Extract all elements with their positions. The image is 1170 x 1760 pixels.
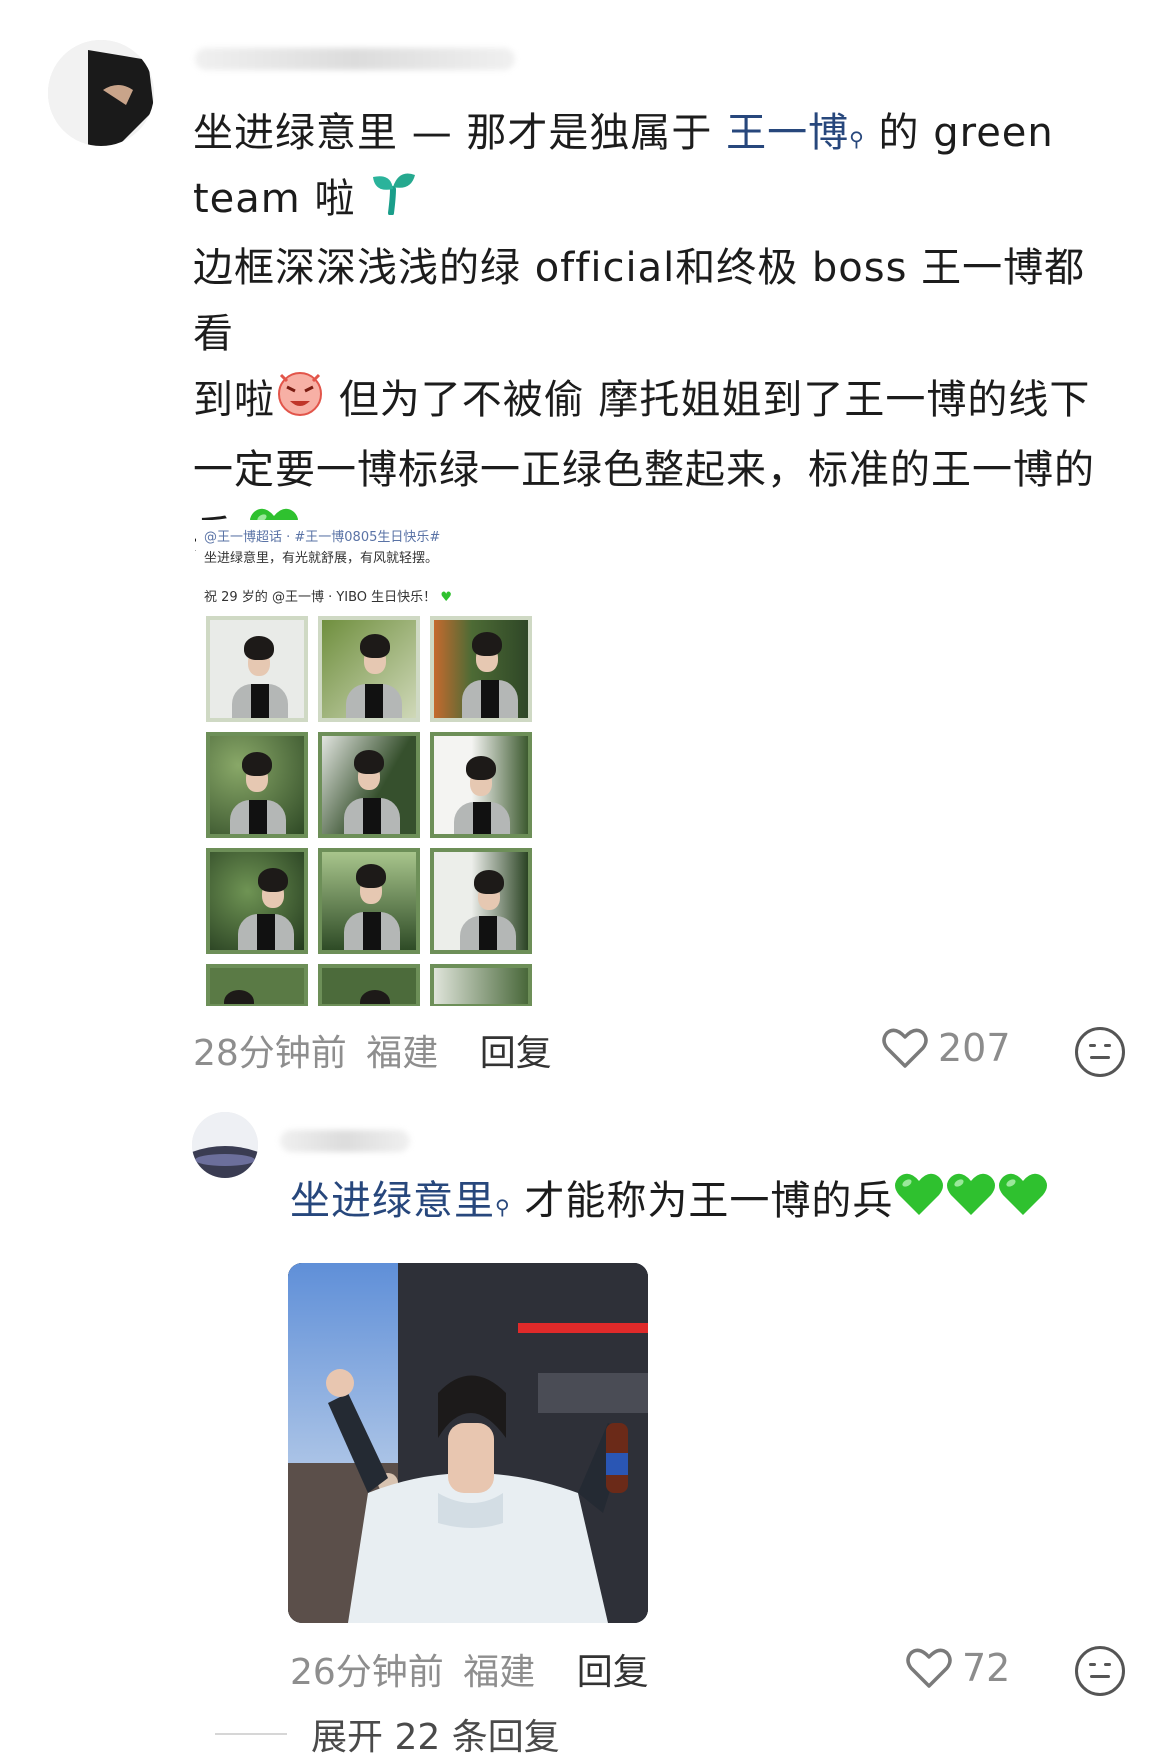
green-heart-emoji-icon: [997, 1169, 1049, 1237]
grid-photo: [206, 964, 308, 1006]
comment-line-5: 一定要一博标绿一正绿色整起来，标准的王一博的: [193, 447, 1095, 493]
reply-like-count: 72: [962, 1646, 1011, 1690]
grid-photo: [206, 732, 308, 838]
search-mark-icon: ⚲: [849, 127, 865, 151]
sprout-emoji-icon: [369, 167, 417, 235]
neutral-face-icon[interactable]: [1075, 1027, 1125, 1077]
comment-line-3: 边框深深浅浅的绿 official和终极 boss 王一博都看: [193, 245, 1086, 357]
mention-link[interactable]: 王一博: [726, 110, 849, 156]
reply-like-button[interactable]: 72: [906, 1646, 1010, 1690]
grid-photo: [430, 964, 532, 1006]
username-placeholder[interactable]: [195, 48, 515, 70]
grid-photo: [430, 616, 532, 722]
like-button[interactable]: 207: [882, 1026, 1011, 1070]
reply-reply-button[interactable]: 回复: [577, 1652, 649, 1693]
grid-photo: [206, 616, 308, 722]
comment-body: 坐进绿意里 — 那才是独属于 王一博⚲ 的 green team 啦 边框深深浅…: [193, 100, 1123, 572]
attached-post-screenshot[interactable]: @王一博超话 · #王一博0805生日快乐# 坐进绿意里，有光就舒展，有风就轻摆…: [196, 520, 551, 1006]
heart-outline-icon: [882, 1028, 928, 1068]
comment-line-1: 坐进绿意里 — 那才是独属于 王一博⚲ 的 green: [193, 110, 1054, 156]
green-heart-emoji-icon: [945, 1169, 997, 1237]
reply-user-avatar[interactable]: [192, 1112, 258, 1178]
screenshot-birthday-line: 祝 29 岁的 @王一博 · YIBO 生日快乐！ ♥: [204, 590, 452, 605]
comment-meta: 28分钟前 福建 回复: [193, 1024, 560, 1076]
angry-face-emoji-icon: [275, 367, 325, 437]
comment-line-2: team 啦: [193, 166, 1123, 235]
grid-photo: [206, 848, 308, 954]
reply-username-placeholder[interactable]: [280, 1130, 410, 1152]
reply-mention-link[interactable]: 坐进绿意里: [290, 1178, 495, 1224]
comment-location: 福建: [366, 1033, 439, 1074]
reply-location: 福建: [463, 1652, 536, 1693]
screenshot-caption-line: 坐进绿意里，有光就舒展，有风就轻摆。: [204, 551, 439, 566]
photo-grid: [206, 616, 532, 1006]
grid-photo: [318, 732, 420, 838]
grid-photo: [430, 848, 532, 954]
like-count: 207: [938, 1026, 1011, 1070]
grid-photo: [430, 732, 532, 838]
divider-dash: [215, 1733, 287, 1735]
search-mark-icon: ⚲: [495, 1195, 511, 1219]
user-avatar[interactable]: [48, 40, 154, 146]
reply-button[interactable]: 回复: [480, 1033, 552, 1074]
reply-body: 坐进绿意里⚲ 才能称为王一博的兵: [290, 1168, 1130, 1237]
green-heart-emoji-icon: [893, 1169, 945, 1237]
expand-replies-button[interactable]: 展开 22 条回复: [215, 1708, 560, 1760]
comment-line-4: 到啦 但为了不被偷 摩托姐姐到了王一博的线下: [193, 367, 1123, 437]
screenshot-topic-line: @王一博超话 · #王一博0805生日快乐#: [204, 530, 441, 545]
reply-meta: 26分钟前 福建 回复: [290, 1643, 657, 1695]
grid-photo: [318, 848, 420, 954]
expand-replies-label: 展开 22 条回复: [311, 1717, 560, 1758]
neutral-face-icon[interactable]: [1075, 1646, 1125, 1696]
reply-attached-photo[interactable]: [288, 1263, 648, 1623]
comment-time: 28分钟前: [193, 1033, 347, 1074]
grid-photo: [318, 964, 420, 1006]
reply-time: 26分钟前: [290, 1652, 444, 1693]
grid-photo: [318, 616, 420, 722]
heart-outline-icon: [906, 1648, 952, 1688]
